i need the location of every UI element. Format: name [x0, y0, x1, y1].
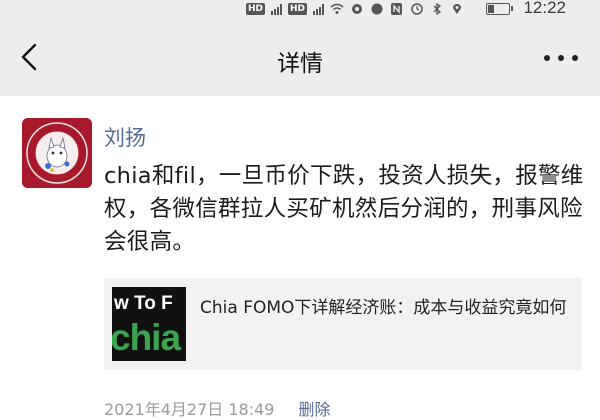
battery-icon	[486, 3, 513, 15]
status-bar: HD HD 12:22	[0, 0, 600, 18]
alarm-icon	[411, 3, 423, 15]
link-thumbnail: w To F chia	[112, 287, 186, 361]
delete-button[interactable]: 删除	[298, 400, 330, 419]
more-button[interactable]	[544, 48, 578, 68]
hd-badge-2: HD	[287, 3, 307, 15]
author-name[interactable]: 刘扬	[104, 122, 146, 152]
location-icon	[453, 4, 461, 14]
n-icon	[391, 3, 402, 15]
more-dot	[572, 55, 578, 61]
avatar[interactable]	[22, 118, 92, 188]
signal-icon	[270, 3, 282, 15]
page-title: 详情	[277, 51, 323, 77]
signal-icon-2	[313, 3, 324, 15]
post-timestamp: 2021年4月27日 18:49	[104, 400, 275, 419]
nfc-icon	[371, 3, 383, 15]
unknown-status-icon	[470, 3, 480, 15]
more-dot	[558, 55, 564, 61]
status-icons: HD HD	[245, 1, 513, 17]
shared-link-card[interactable]: w To F chia Chia FOMO下详解经济账：成本与收益究竟如何	[104, 278, 582, 370]
more-dots-icon	[544, 55, 550, 61]
bluetooth-icon	[433, 3, 442, 15]
status-time: 12:22	[523, 0, 566, 17]
chia-logo-text: chia	[112, 317, 181, 358]
post-text: chia和fil，一旦币价下跌，投资人损失，报警维权，各微信群拉人买矿机然后分润…	[104, 163, 584, 255]
wifi-icon	[330, 3, 344, 14]
post-footer: 2021年4月27日 18:49 删除	[104, 396, 330, 420]
hotspot-icon	[352, 4, 362, 14]
thumbnail-top-text: w To F	[114, 293, 173, 314]
link-card-title: Chia FOMO下详解经济账：成本与收益究竟如何	[200, 298, 567, 318]
nav-bar: 详情	[0, 18, 600, 96]
university-seal-icon	[22, 118, 92, 188]
hd-badge: HD	[245, 3, 265, 15]
